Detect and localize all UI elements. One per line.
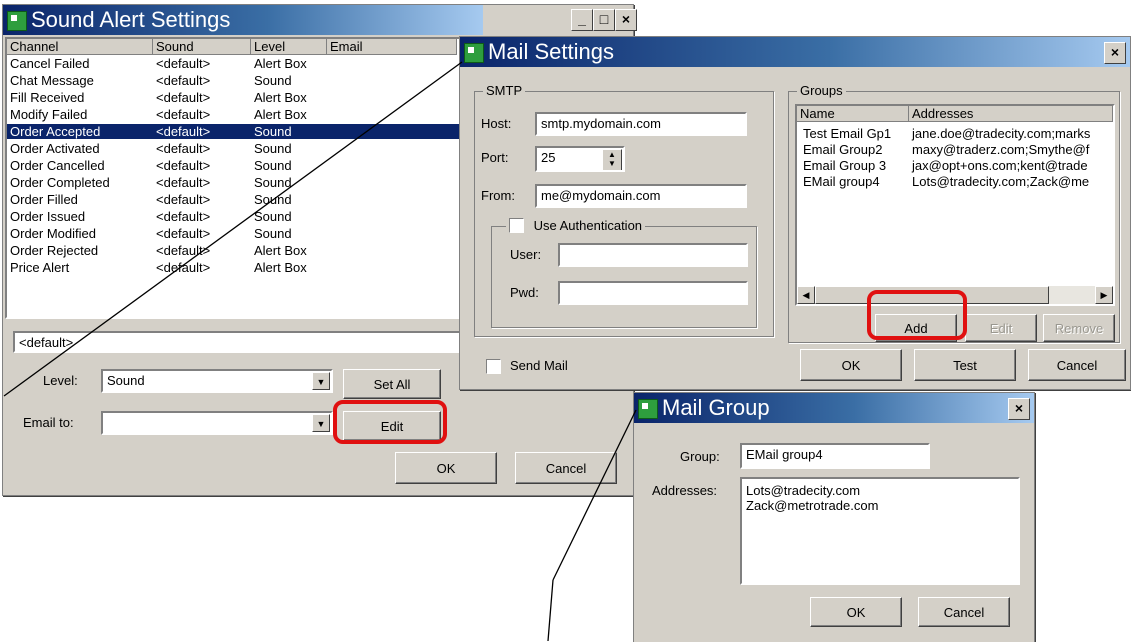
callout-line-mail-settings bbox=[3, 61, 463, 397]
callout-lines bbox=[3, 61, 637, 641]
callout-line-mail-group bbox=[547, 579, 554, 641]
callout-line-mail-group-upper bbox=[552, 409, 637, 581]
